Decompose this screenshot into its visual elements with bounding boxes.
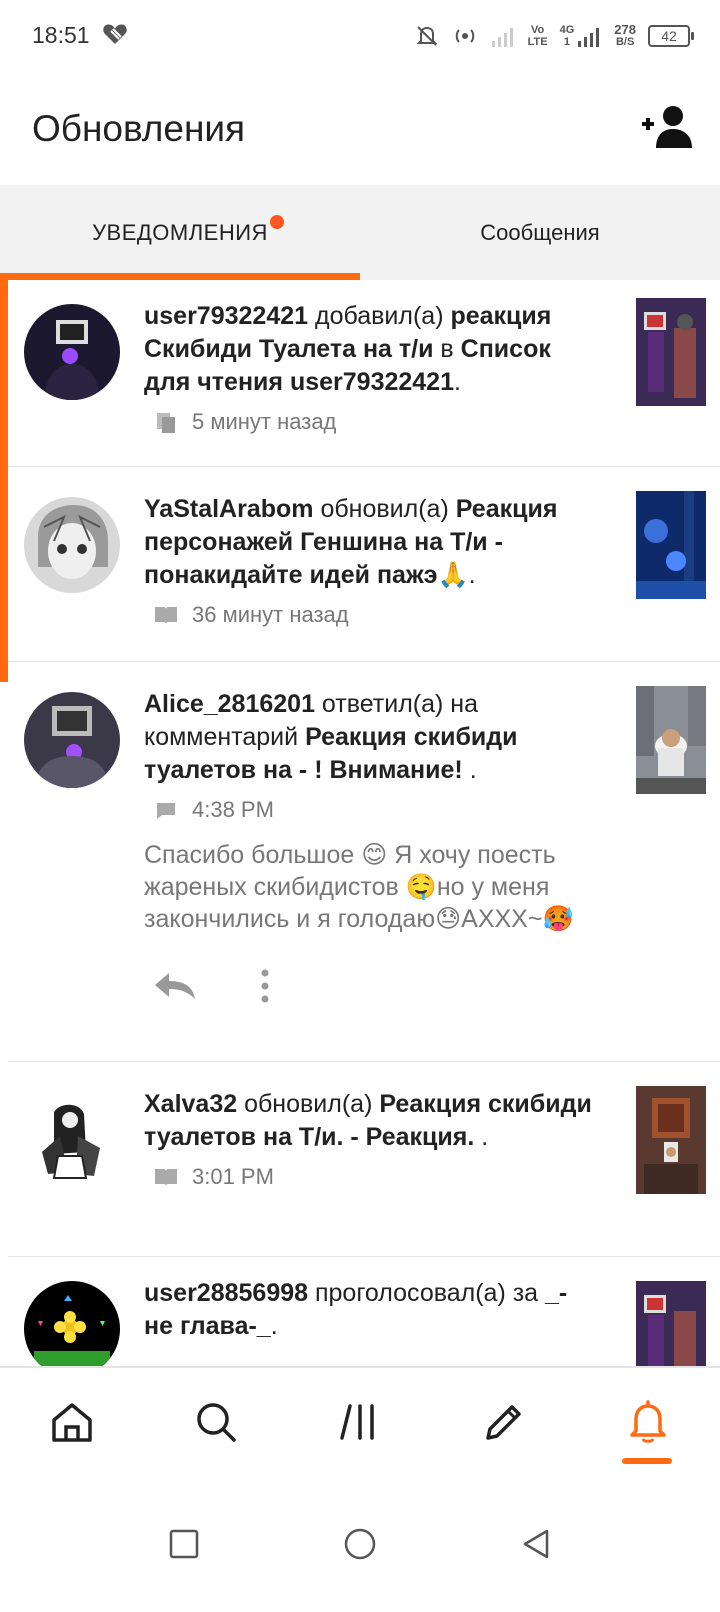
notification-item[interactable]: user79322421 добавил(а) реакция Скибиди … xyxy=(8,280,720,467)
nav-library[interactable] xyxy=(288,1368,432,1476)
notification-text: user79322421 добавил(а) реакция Скибиди … xyxy=(144,302,552,396)
story-cover[interactable] xyxy=(636,1086,706,1194)
status-time: 18:51 xyxy=(32,22,90,48)
notification-text: Alice_2816201 ответил(а) на комментарий … xyxy=(144,690,518,784)
username-link[interactable]: Xalva32 xyxy=(144,1090,237,1118)
bottom-navigation xyxy=(0,1366,720,1476)
signal-icon xyxy=(578,28,600,47)
heart-icon xyxy=(103,24,127,44)
bell-icon xyxy=(630,1400,666,1443)
active-nav-indicator xyxy=(622,1458,672,1464)
reply-icon xyxy=(155,973,195,999)
nav-home[interactable] xyxy=(0,1368,144,1476)
recent-apps-button[interactable] xyxy=(161,1521,207,1567)
nav-search[interactable] xyxy=(144,1368,288,1476)
timestamp: 4:38 PM xyxy=(192,797,274,822)
status-icons: Vo LTE 4G 1 278 B/S 42 xyxy=(414,20,694,52)
notification-meta: 5 минут назад xyxy=(144,409,594,435)
notification-item[interactable]: Xalva32 обновил(а) Реакция скибиди туале… xyxy=(8,1062,720,1257)
avatar[interactable] xyxy=(24,497,120,593)
avatar[interactable] xyxy=(24,304,120,400)
network-speed: 278 B/S xyxy=(614,22,636,48)
notification-text: YaStalArabom обновил(а) Реакция персонаж… xyxy=(144,495,558,589)
unread-indicator xyxy=(0,280,8,682)
unread-dot xyxy=(270,215,284,229)
notification-feed[interactable]: user79322421 добавил(а) реакция Скибиди … xyxy=(0,280,720,1408)
timestamp: 36 минут назад xyxy=(192,602,349,627)
book-icon xyxy=(155,607,177,624)
story-cover[interactable] xyxy=(636,686,706,794)
circle-icon xyxy=(344,1528,376,1560)
network-gen-indicator: 4G 1 xyxy=(559,24,575,48)
username-link[interactable]: YaStalArabom xyxy=(144,495,314,523)
notification-text: user28856998 проголосовал(а) за _-не гла… xyxy=(144,1279,568,1340)
tab-messages[interactable]: Сообщения xyxy=(360,185,720,280)
home-system-button[interactable] xyxy=(337,1521,383,1567)
mute-bell-icon xyxy=(416,26,438,46)
notification-item[interactable]: Alice_2816201 ответил(а) на комментарий … xyxy=(8,662,720,1062)
back-button[interactable] xyxy=(513,1521,559,1567)
story-cover[interactable] xyxy=(636,298,706,406)
tab-notifications-label: УВЕДОМЛЕНИЯ xyxy=(92,219,268,245)
notification-meta: 4:38 PM xyxy=(144,797,594,823)
notification-text: Xalva32 обновил(а) Реакция скибиди туале… xyxy=(144,1090,592,1151)
volte-indicator: Vo LTE xyxy=(527,24,548,48)
search-icon xyxy=(197,1403,236,1442)
reading-list-icon xyxy=(157,413,175,433)
avatar[interactable] xyxy=(24,692,120,788)
reply-button[interactable] xyxy=(150,966,200,1006)
active-tab-indicator xyxy=(0,273,360,280)
timestamp: 3:01 PM xyxy=(192,1164,274,1189)
tab-bar: УВЕДОМЛЕНИЯ Сообщения xyxy=(0,185,720,280)
hotspot-icon xyxy=(455,29,474,43)
notification-meta: 3:01 PM xyxy=(144,1164,594,1190)
battery-indicator: 42 xyxy=(648,25,694,47)
notification-meta: 36 минут назад xyxy=(144,602,594,628)
username-link[interactable]: user79322421 xyxy=(144,302,308,330)
system-navigation xyxy=(0,1476,720,1612)
comment-text: Спасибо большое 😊 Я хочу поесть жареных … xyxy=(144,841,574,933)
tab-messages-label: Сообщения xyxy=(480,219,600,245)
comment-actions xyxy=(144,961,594,1011)
page-title: Обновления xyxy=(32,108,246,149)
avatar[interactable] xyxy=(24,1281,120,1377)
nav-write[interactable] xyxy=(432,1368,576,1476)
timestamp: 5 минут назад xyxy=(192,409,337,434)
book-icon xyxy=(155,1169,177,1186)
signal-weak-icon xyxy=(491,28,513,47)
avatar[interactable] xyxy=(24,1092,120,1188)
add-user-icon[interactable] xyxy=(640,104,696,150)
write-icon xyxy=(486,1405,521,1440)
home-icon xyxy=(52,1403,92,1442)
story-cover[interactable] xyxy=(636,491,706,599)
notification-item[interactable]: YaStalArabom обновил(а) Реакция персонаж… xyxy=(8,467,720,662)
triangle-back-icon xyxy=(523,1529,549,1559)
tab-notifications[interactable]: УВЕДОМЛЕНИЯ xyxy=(0,185,360,280)
nav-notifications[interactable] xyxy=(576,1368,720,1476)
square-icon xyxy=(169,1529,199,1559)
status-bar: 18:51 Vo LTE 4G 1 278 B/S 42 xyxy=(0,0,720,70)
library-icon xyxy=(340,1404,374,1440)
comment-icon xyxy=(157,803,175,819)
username-link[interactable]: user28856998 xyxy=(144,1279,308,1307)
more-options-button[interactable] xyxy=(240,966,290,1006)
username-link[interactable]: Alice_2816201 xyxy=(144,690,315,718)
app-header: Обновления xyxy=(0,70,720,185)
more-vertical-icon xyxy=(261,969,269,1003)
